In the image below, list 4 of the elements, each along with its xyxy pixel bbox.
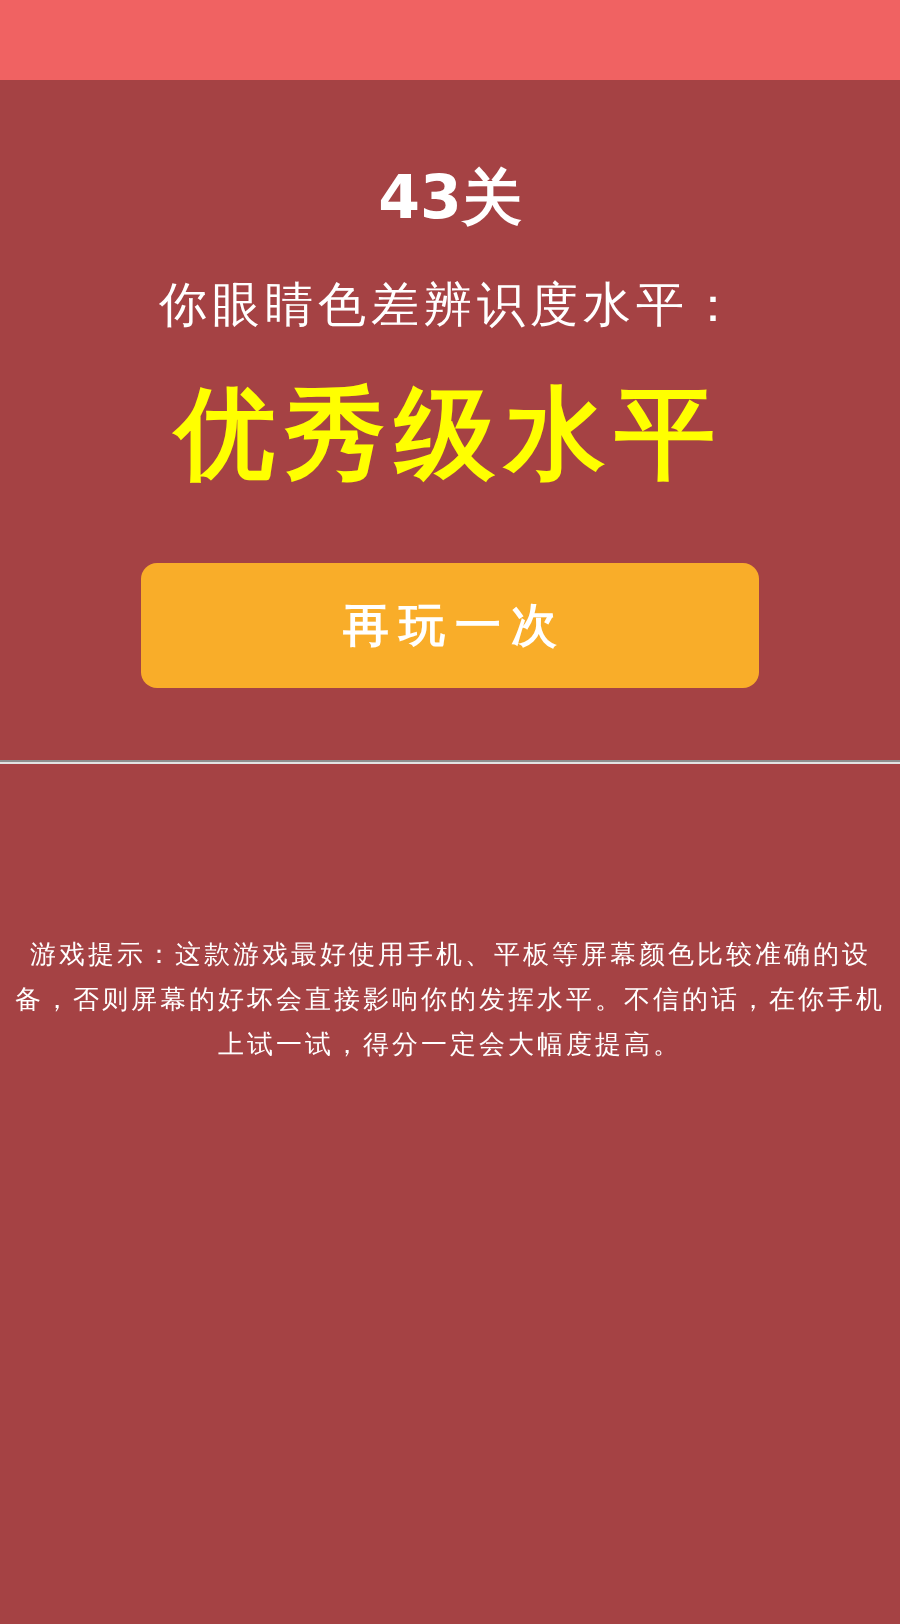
- hint-text: 游戏提示：这款游戏最好使用手机、平板等屏幕颜色比较准确的设备，否则屏幕的好坏会直接影响你的发挥水平。不信的话，在你手机上试一试，得分一定会大幅度提高。: [14, 938, 886, 1061]
- level-title: 43关: [378, 161, 522, 234]
- play-again-button[interactable]: 再玩一次: [141, 563, 759, 688]
- result-prompt: 你眼睛色差辨识度水平：: [158, 275, 742, 334]
